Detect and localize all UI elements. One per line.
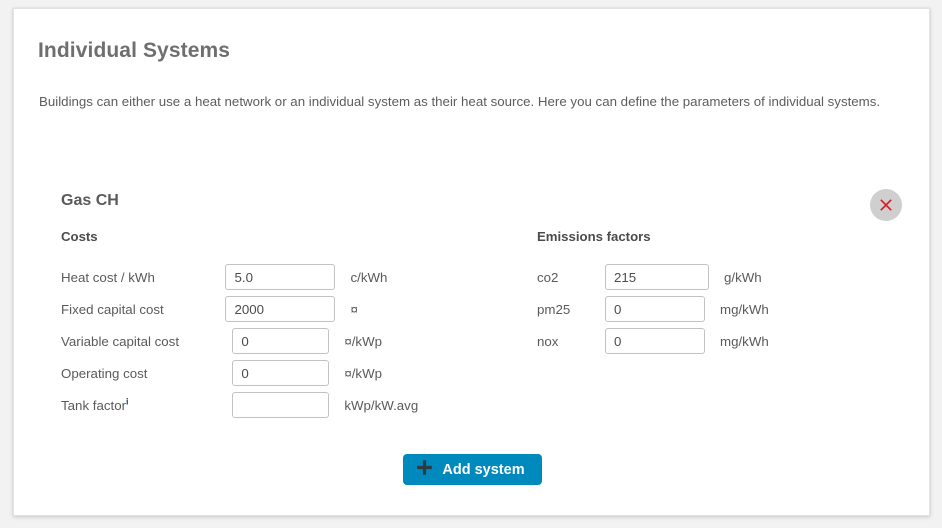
field-unit-tank-factor: kWp/kW.avg — [344, 397, 419, 413]
emissions-group-title: Emissions factors — [537, 229, 651, 244]
field-input-tank-factor[interactable] — [232, 392, 330, 418]
field-row-variable-capital-cost: Variable capital cost ¤/kWp — [61, 325, 481, 357]
field-unit-pm25: mg/kWh — [720, 301, 769, 317]
field-label-variable-capital-cost: Variable capital cost — [61, 333, 180, 349]
field-input-fixed-capital-cost[interactable] — [225, 296, 336, 322]
add-system-label: Add system — [442, 461, 525, 478]
field-label-operating-cost: Operating cost — [61, 365, 148, 381]
field-input-pm25[interactable] — [605, 296, 705, 322]
page-description: Buildings can either use a heat network … — [39, 94, 881, 109]
field-label-co2: co2 — [537, 269, 559, 285]
field-label-fixed-capital-cost: Fixed capital cost — [61, 301, 164, 317]
info-marker-icon[interactable]: i — [126, 396, 129, 406]
field-input-heat-cost[interactable] — [225, 264, 336, 290]
field-label-heat-cost: Heat cost / kWh — [61, 269, 155, 285]
add-system-row: Add system — [14, 454, 931, 485]
field-row-tank-factor: Tank factori kWp/kW.avg — [61, 389, 481, 421]
costs-column: Costs Heat cost / kWh c/kWh Fixed capita… — [61, 229, 481, 421]
emissions-column: Emissions factors co2 g/kWh pm25 mg/kWh … — [537, 229, 897, 357]
field-row-fixed-capital-cost: Fixed capital cost ¤ — [61, 293, 481, 325]
field-unit-fixed-capital-cost: ¤ — [350, 301, 358, 317]
field-row-heat-cost: Heat cost / kWh c/kWh — [61, 261, 481, 293]
field-input-nox[interactable] — [605, 328, 705, 354]
field-row-nox: nox mg/kWh — [537, 325, 897, 357]
field-unit-nox: mg/kWh — [720, 333, 769, 349]
field-label-tank-factor-text: Tank factor — [61, 397, 127, 413]
system-name: Gas CH — [61, 192, 119, 209]
close-x-icon — [877, 196, 895, 214]
field-input-variable-capital-cost[interactable] — [232, 328, 330, 354]
page-title: Individual Systems — [38, 39, 231, 62]
field-row-operating-cost: Operating cost ¤/kWp — [61, 357, 481, 389]
plus-icon — [416, 459, 433, 480]
field-unit-variable-capital-cost: ¤/kWp — [344, 333, 383, 349]
field-input-operating-cost[interactable] — [232, 360, 330, 386]
field-input-co2[interactable] — [605, 264, 709, 290]
remove-system-button[interactable] — [870, 189, 902, 221]
page-root: Individual Systems Buildings can either … — [0, 0, 942, 528]
field-unit-heat-cost: c/kWh — [350, 269, 388, 285]
field-row-pm25: pm25 mg/kWh — [537, 293, 897, 325]
add-system-button[interactable]: Add system — [403, 454, 542, 485]
field-unit-operating-cost: ¤/kWp — [344, 365, 383, 381]
field-unit-co2: g/kWh — [724, 269, 762, 285]
costs-group-title: Costs — [61, 229, 98, 244]
field-label-tank-factor: Tank factori — [61, 396, 212, 413]
field-label-pm25: pm25 — [537, 301, 571, 317]
field-label-nox: nox — [537, 333, 559, 349]
system-panel-gas-ch: Gas CH Costs Heat cost / kWh c/kWh — [39, 174, 906, 444]
field-row-co2: co2 g/kWh — [537, 261, 897, 293]
individual-systems-card: Individual Systems Buildings can either … — [13, 8, 930, 516]
